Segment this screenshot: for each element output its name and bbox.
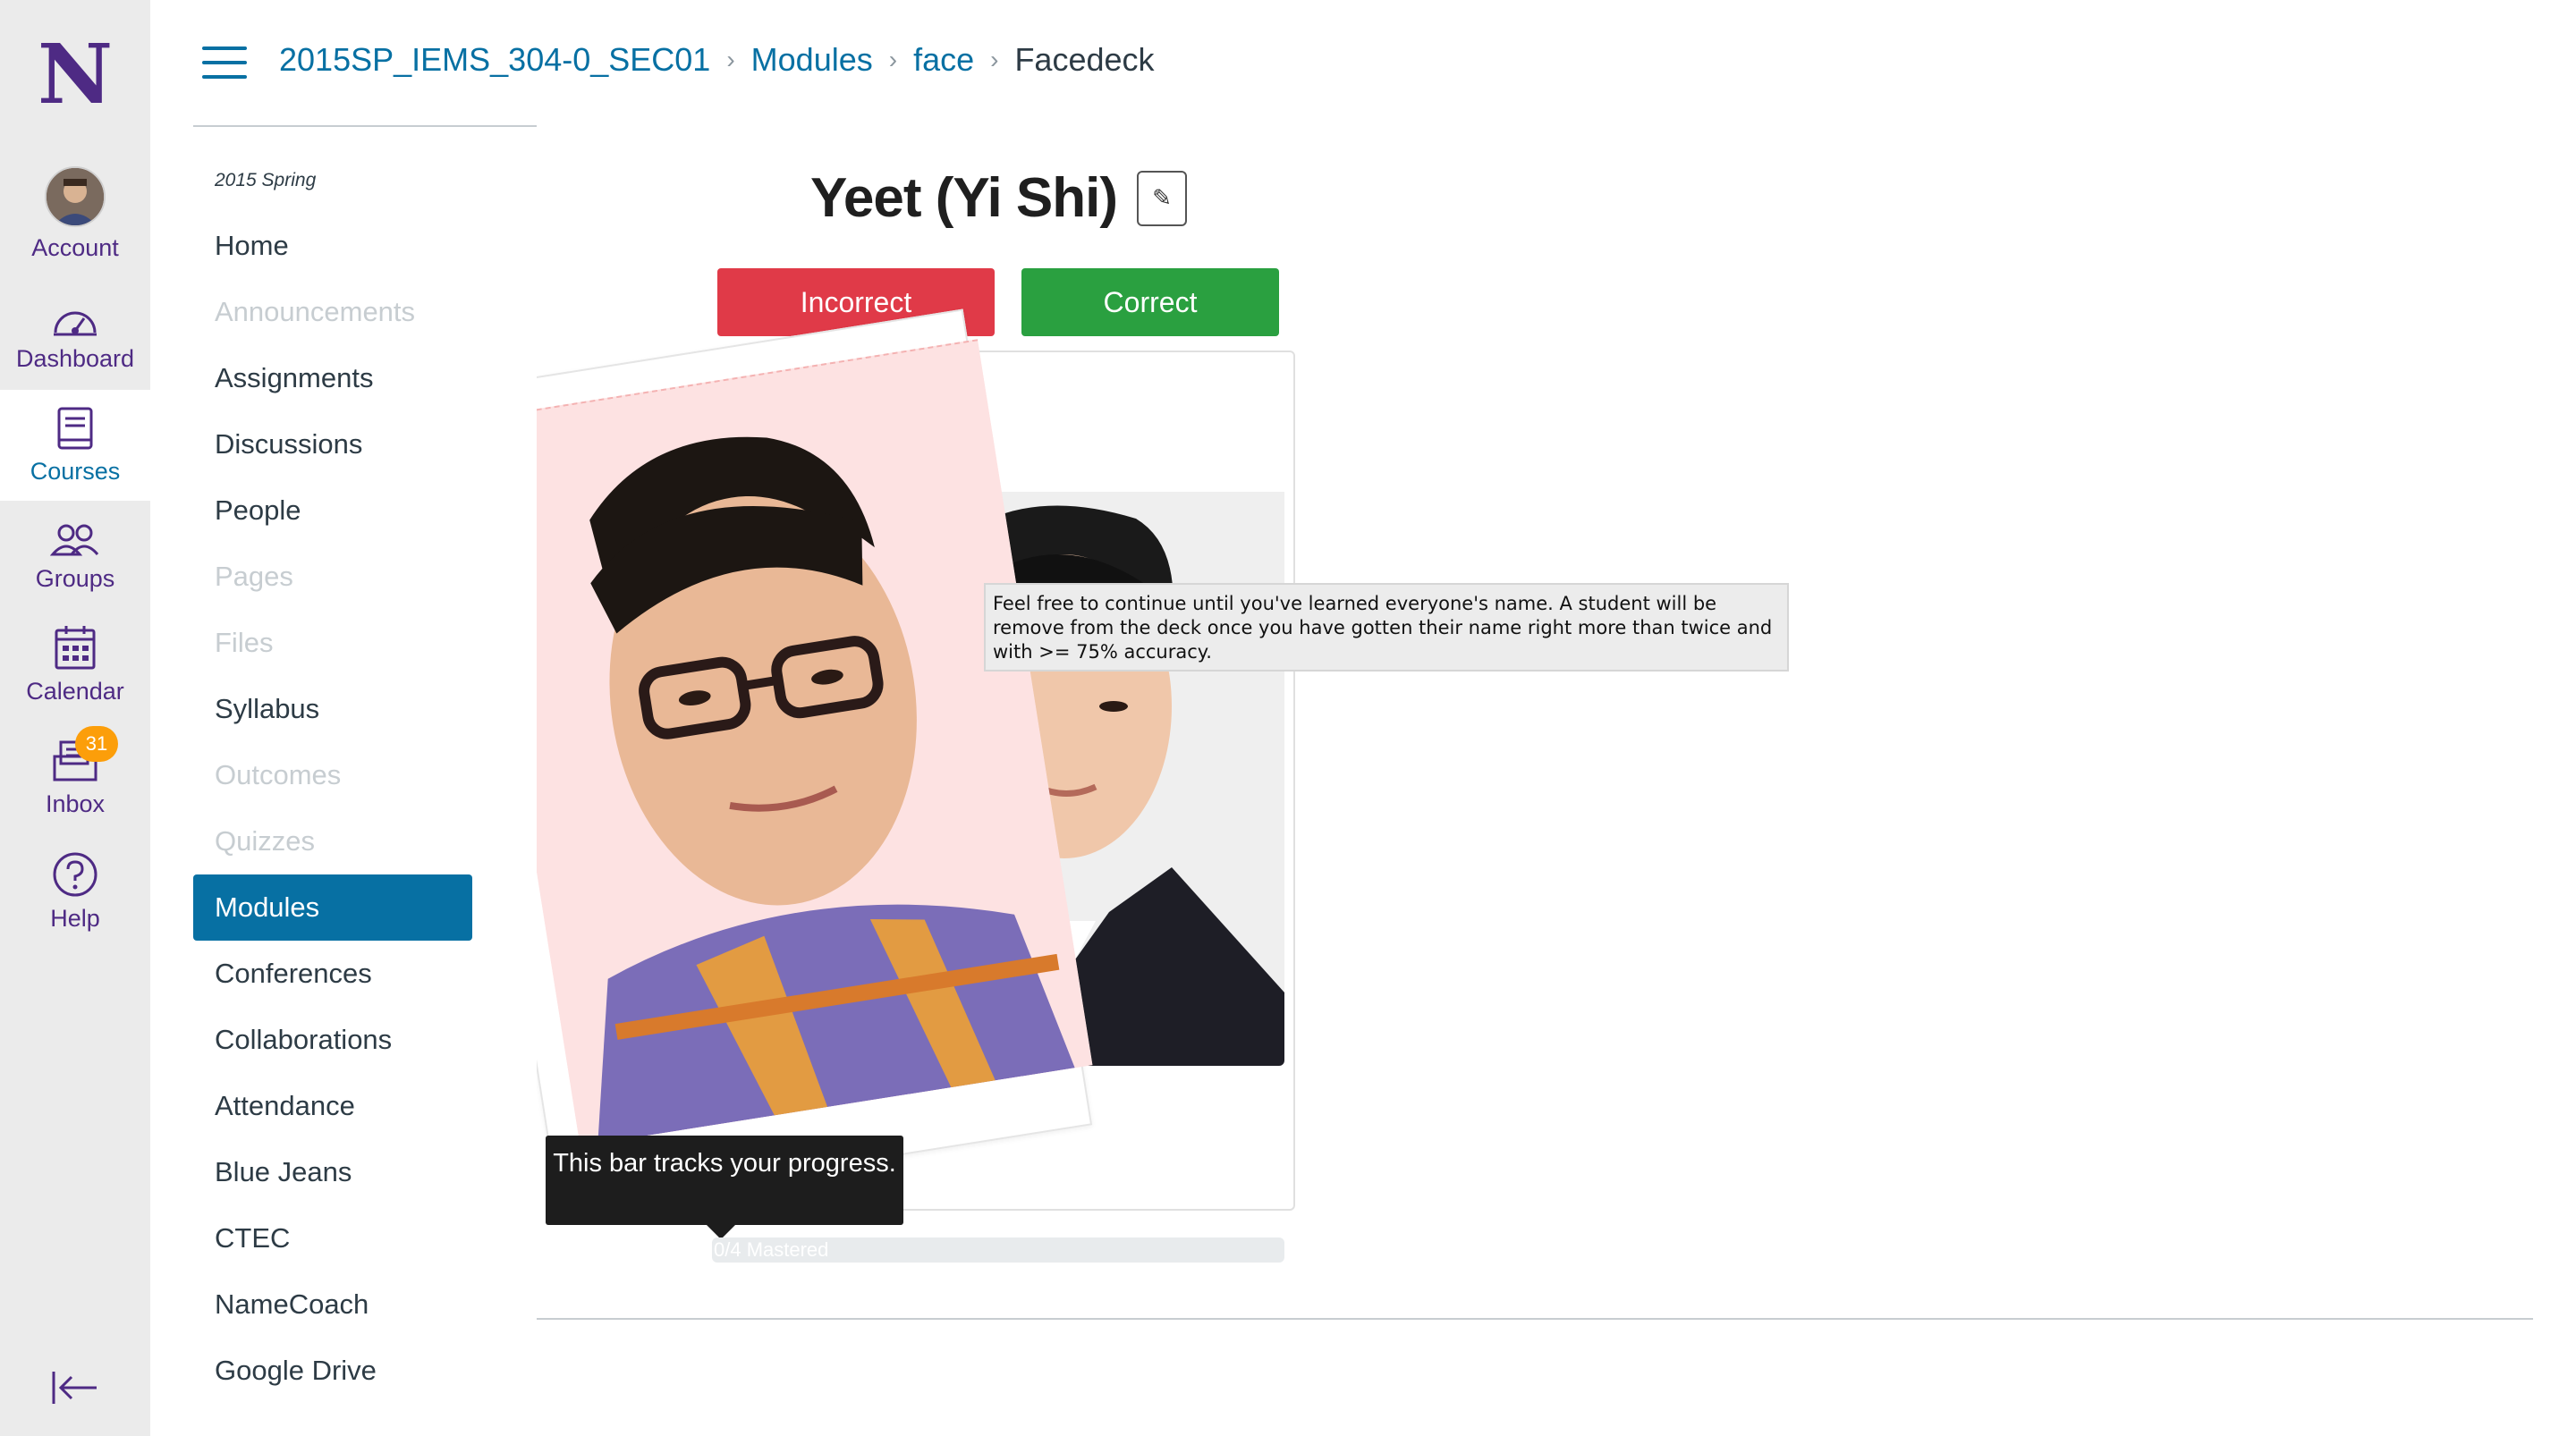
calendar-icon <box>55 626 96 670</box>
edit-name-button[interactable]: ✎ <box>1137 170 1188 226</box>
course-nav-discussions[interactable]: Discussions <box>193 411 472 477</box>
progress-tooltip: This bar tracks your progress. <box>546 1136 903 1239</box>
footer-divider <box>537 1318 2533 1320</box>
global-nav: N Account Dashboard Courses Groups Calen… <box>0 0 150 1436</box>
global-nav-calendar-label: Calendar <box>26 678 124 705</box>
course-nav-blue-jeans[interactable]: Blue Jeans <box>193 1139 472 1205</box>
collapse-nav-icon[interactable] <box>50 1368 100 1407</box>
course-nav-people[interactable]: People <box>193 477 472 544</box>
logo[interactable]: N <box>0 25 150 123</box>
inbox-unread-badge: 31 <box>75 726 118 762</box>
global-nav-groups-label: Groups <box>35 565 115 592</box>
course-nav-home[interactable]: Home <box>193 213 472 279</box>
global-nav-courses[interactable]: Courses <box>0 390 150 501</box>
course-menu-toggle[interactable] <box>202 46 247 82</box>
global-nav-dashboard-label: Dashboard <box>15 345 135 372</box>
help-icon <box>53 852 97 897</box>
student-name: Yeet (Yi Shi) <box>810 167 1118 229</box>
student-title-row: Yeet (Yi Shi) ✎ <box>810 166 1188 230</box>
avatar <box>45 166 106 227</box>
global-nav-inbox-label: Inbox <box>45 790 106 817</box>
global-nav-help[interactable]: Help <box>0 851 150 933</box>
progress-label: 0/4 Mastered <box>714 1238 829 1261</box>
global-nav-inbox[interactable]: Inbox <box>0 739 150 818</box>
courses-icon <box>57 407 93 449</box>
groups-icon <box>50 524 99 556</box>
course-nav-quizzes[interactable]: Quizzes <box>193 808 472 874</box>
global-nav-calendar[interactable]: Calendar <box>0 624 150 705</box>
global-nav-dashboard[interactable]: Dashboard <box>0 300 150 373</box>
global-nav-account-label: Account <box>31 234 119 261</box>
facedeck-main: Yeet (Yi Shi) ✎ Incorrect Correct Feel f… <box>537 0 2576 1436</box>
course-nav-announcements[interactable]: Announcements <box>193 279 472 345</box>
correct-button[interactable]: Correct <box>1021 268 1279 336</box>
global-nav-groups[interactable]: Groups <box>0 522 150 593</box>
progress-tooltip-text: This bar tracks your progress. <box>553 1149 896 1178</box>
course-nav-google-drive[interactable]: Google Drive <box>193 1338 472 1404</box>
course-nav-collaborations[interactable]: Collaborations <box>193 1007 472 1073</box>
course-nav-attendance[interactable]: Attendance <box>193 1073 472 1139</box>
course-nav-conferences[interactable]: Conferences <box>193 941 472 1007</box>
course-nav-namecoach[interactable]: NameCoach <box>193 1271 472 1338</box>
mastery-progress-bar: 0/4 Mastered <box>712 1237 1284 1263</box>
course-nav-ctec[interactable]: CTEC <box>193 1205 472 1271</box>
dashboard-icon <box>54 311 97 336</box>
pencil-icon: ✎ <box>1152 184 1172 211</box>
course-nav-assignments[interactable]: Assignments <box>193 345 472 411</box>
course-nav-outcomes[interactable]: Outcomes <box>193 742 472 808</box>
course-nav: 2015 Spring Home Announcements Assignmen… <box>193 170 472 1404</box>
course-nav-modules[interactable]: Modules <box>193 874 472 941</box>
global-nav-help-label: Help <box>50 905 100 932</box>
help-tooltip: Feel free to continue until you've learn… <box>984 583 1789 672</box>
course-term: 2015 Spring <box>215 170 317 190</box>
course-nav-files[interactable]: Files <box>193 610 472 676</box>
global-nav-account[interactable]: Account <box>0 166 150 262</box>
global-nav-courses-label: Courses <box>30 457 121 485</box>
course-nav-syllabus[interactable]: Syllabus <box>193 676 472 742</box>
course-nav-pages[interactable]: Pages <box>193 544 472 610</box>
header-divider <box>193 125 537 127</box>
